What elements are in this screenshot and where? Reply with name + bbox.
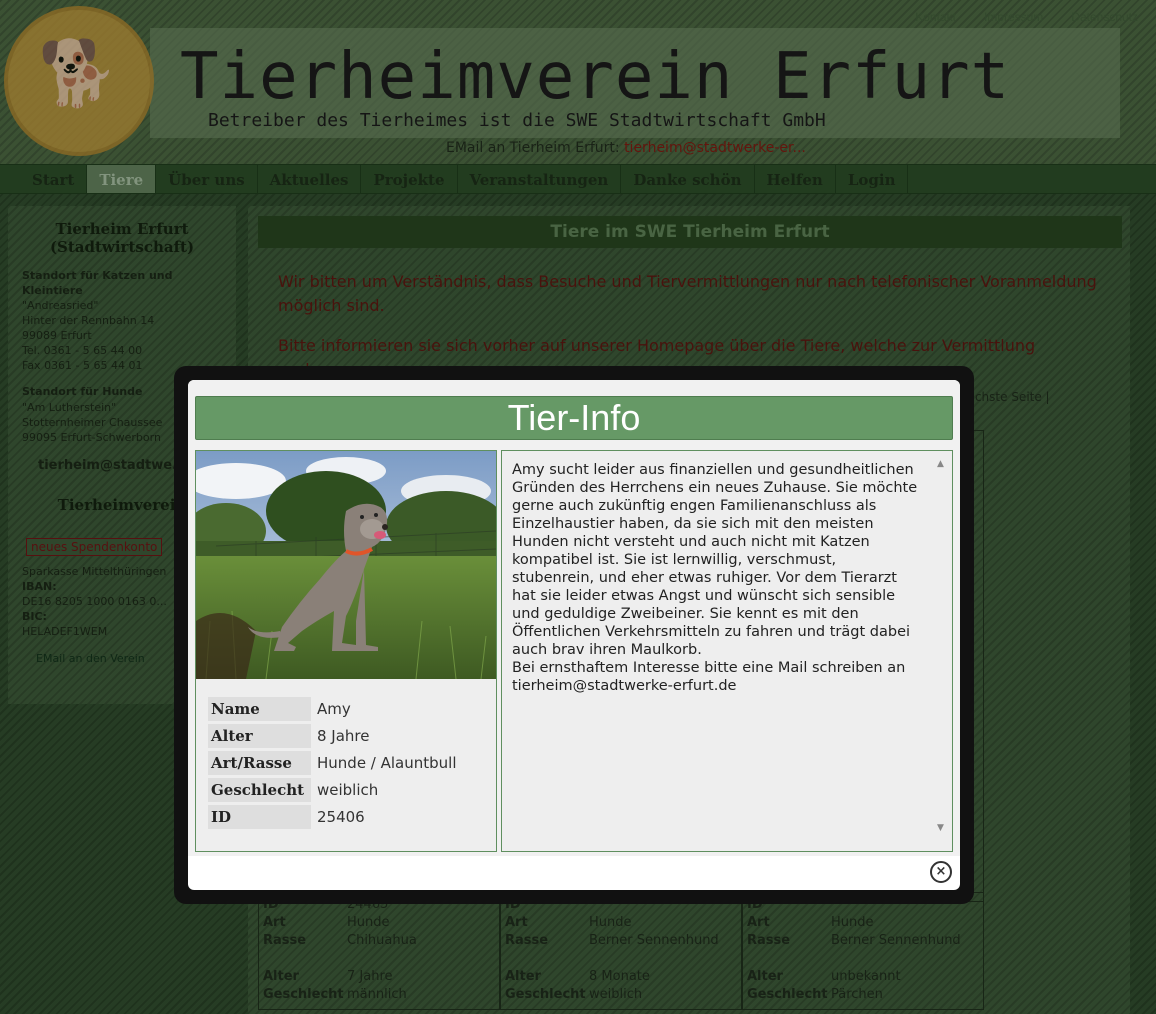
fact-value-name: Amy xyxy=(317,700,351,718)
fact-label-art-rasse: Art/Rasse xyxy=(208,751,311,775)
fact-value-id: 25406 xyxy=(317,808,365,826)
fact-row-alter: Alter 8 Jahre xyxy=(208,724,461,748)
fact-label-alter: Alter xyxy=(208,724,311,748)
fact-label-id: ID xyxy=(208,805,311,829)
modal-body: Tier-Info Name Amy Alter 8 Jahre Art/Ras… xyxy=(188,380,960,856)
fact-label-geschlecht: Geschlecht xyxy=(208,778,311,802)
fact-row-id: ID 25406 xyxy=(208,805,461,829)
fact-row-geschlecht: Geschlecht weiblich xyxy=(208,778,461,802)
fact-value-geschlecht: weiblich xyxy=(317,781,379,799)
scroll-down-icon[interactable]: ▼ xyxy=(937,823,944,833)
description-scrollbar[interactable]: ▲ ▼ xyxy=(930,451,952,851)
dog-photo-image xyxy=(196,451,496,679)
fact-value-art-rasse: Hunde / Alauntbull xyxy=(317,754,457,772)
fact-row-art-rasse: Art/Rasse Hunde / Alauntbull xyxy=(208,751,461,775)
animal-facts-table: Name Amy Alter 8 Jahre Art/Rasse Hunde /… xyxy=(208,694,461,832)
animal-description-panel[interactable]: Amy sucht leider aus finanziellen und ge… xyxy=(501,450,953,852)
modal-close-button[interactable]: × xyxy=(930,861,952,883)
fact-row-name: Name Amy xyxy=(208,697,461,721)
modal-title: Tier-Info xyxy=(195,396,953,440)
animal-description: Amy sucht leider aus finanziellen und ge… xyxy=(512,462,918,694)
scroll-up-icon[interactable]: ▲ xyxy=(937,459,944,469)
animal-photo xyxy=(196,451,496,679)
animal-summary-panel: Name Amy Alter 8 Jahre Art/Rasse Hunde /… xyxy=(195,450,497,852)
animal-info-modal: Tier-Info Name Amy Alter 8 Jahre Art/Ras… xyxy=(188,380,960,890)
fact-value-alter: 8 Jahre xyxy=(317,727,370,745)
fact-label-name: Name xyxy=(208,697,311,721)
close-icon: × xyxy=(935,864,947,879)
